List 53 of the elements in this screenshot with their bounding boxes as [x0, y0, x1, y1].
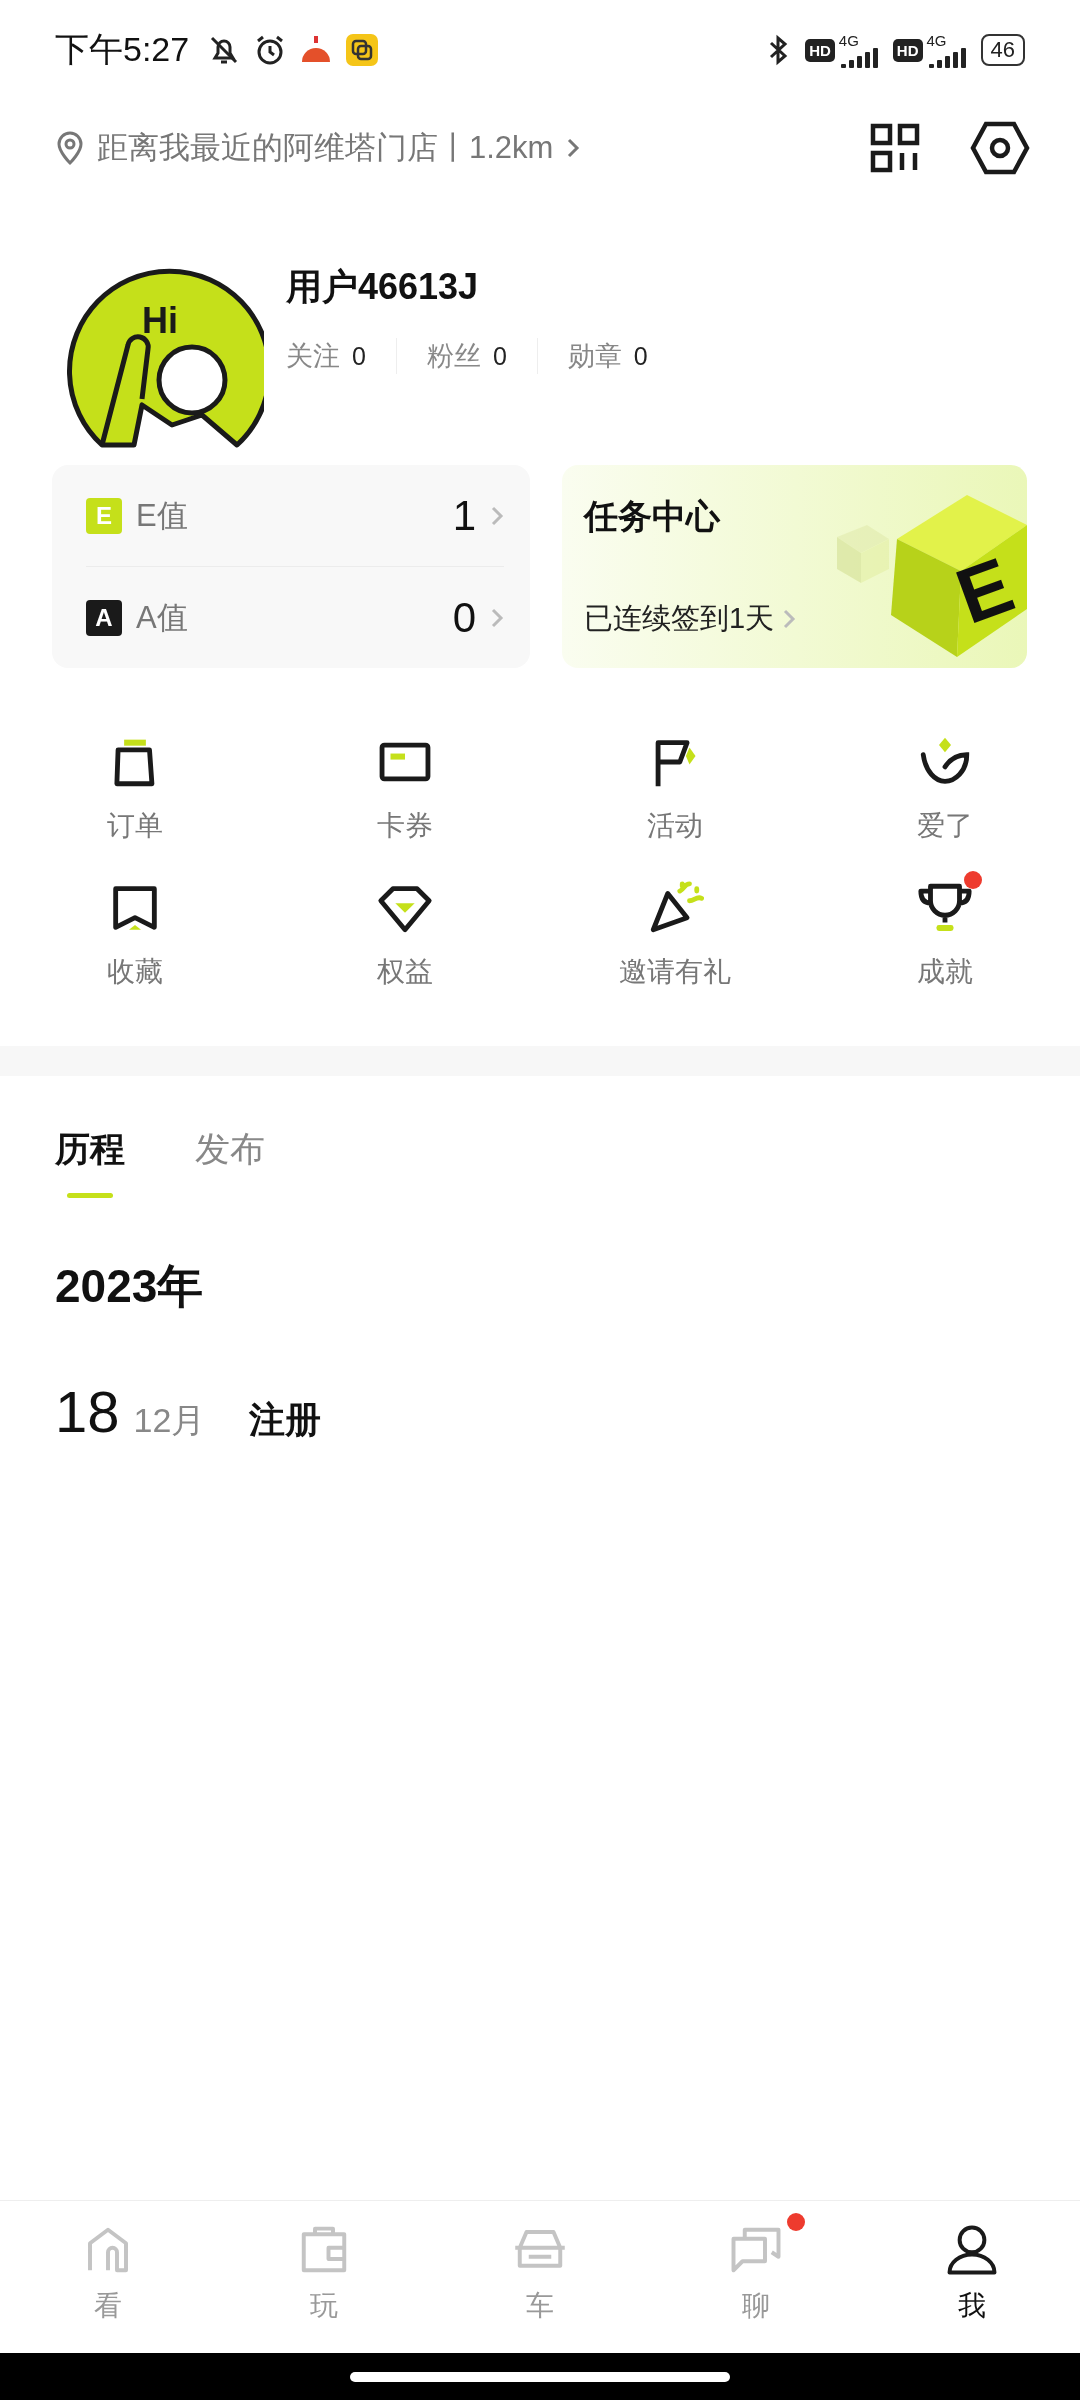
tab[interactable]: 历程 — [55, 1126, 125, 1224]
task-center-card[interactable]: E 任务中心 已连续签到1天 — [562, 465, 1027, 668]
stat-value: 0 — [633, 342, 648, 371]
stat-label[interactable]: 关注 — [286, 338, 340, 374]
timeline-month: 12月 — [133, 1400, 206, 1441]
status-time: 下午5:27 — [55, 29, 190, 70]
signal-icon — [838, 47, 881, 68]
timeline-year: 2023年 — [55, 1259, 205, 1314]
shortcut-item[interactable]: 卡券 — [362, 721, 448, 845]
points-label: A值 — [136, 598, 189, 637]
nav-tab[interactable]: 玩 — [216, 2211, 432, 2353]
hd-badge: HD — [805, 38, 835, 62]
nearest-store-link[interactable]: 距离我最近的阿维塔门店丨1.2km — [97, 126, 554, 169]
tab[interactable]: 发布 — [195, 1126, 265, 1224]
points-value: 1 — [452, 491, 476, 540]
stat-value: 0 — [352, 342, 366, 371]
cube-drawing: E — [827, 477, 1027, 657]
shortcut-item[interactable]: 活动 — [632, 721, 718, 845]
stat-value: 0 — [492, 342, 507, 371]
nav-tab[interactable]: 看 — [0, 2211, 216, 2353]
network-type: 4G — [838, 32, 859, 48]
points-value: 0 — [452, 593, 476, 642]
shortcut-item[interactable]: 成就 — [902, 867, 988, 991]
location-pin-icon — [55, 129, 85, 166]
shortcut-item[interactable]: 爱了 — [902, 721, 988, 845]
shortcut-item[interactable]: 权益 — [362, 867, 448, 991]
network-type: 4G — [926, 32, 947, 48]
points-row[interactable]: E E值 1 — [86, 465, 504, 566]
nav-tab[interactable]: 车 — [432, 2211, 648, 2353]
shortcut-item[interactable]: 邀请有礼 — [605, 867, 745, 991]
app-icon — [345, 33, 380, 67]
hd-badge: HD — [892, 38, 923, 62]
timeline-day: 18 — [55, 1378, 120, 1445]
nav-tab[interactable]: 我 — [864, 2211, 1080, 2353]
username: 用户46613J — [286, 265, 480, 309]
points-label: E值 — [136, 496, 189, 535]
shortcut-item[interactable]: 收藏 — [92, 867, 178, 991]
shortcut-item[interactable]: 订单 — [92, 721, 178, 845]
person-icon — [945, 2223, 999, 2277]
settings-icon[interactable] — [970, 120, 1030, 175]
battery-icon: 46 — [980, 34, 1025, 66]
points-badge: A — [86, 599, 122, 636]
task-center-title: 任务中心 — [584, 496, 720, 538]
check-in-streak: 已连续签到1天 — [584, 600, 775, 636]
points-row[interactable]: A A值 0 — [86, 566, 504, 668]
stat-label[interactable]: 勋章 — [567, 338, 622, 374]
qr-code-icon[interactable] — [870, 122, 920, 173]
home-indicator[interactable] — [350, 2371, 730, 2382]
points-badge: E — [86, 497, 122, 534]
timeline-event: 注册 — [249, 1398, 322, 1442]
stat-label[interactable]: 粉丝 — [426, 338, 481, 374]
signal-icon — [926, 47, 969, 68]
nav-tab[interactable]: 聊 — [648, 2211, 864, 2353]
